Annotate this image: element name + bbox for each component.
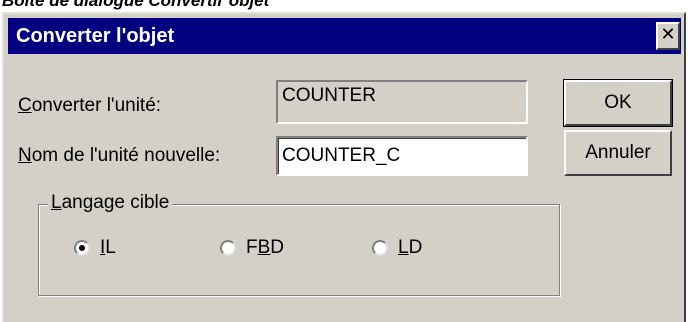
new-unit-name-input[interactable]	[276, 136, 528, 176]
convert-unit-label: Converter l'unité:	[18, 95, 162, 116]
radio-button-icon	[220, 240, 236, 256]
target-language-group-title: Langage cible	[48, 192, 173, 214]
radio-ld[interactable]: LD	[372, 236, 422, 260]
radio-fbd-label: FBD	[246, 237, 285, 258]
radio-fbd[interactable]: FBD	[220, 236, 284, 260]
radio-button-icon	[372, 240, 388, 256]
figure-caption: Boîte de dialogue Convertir objet	[2, 0, 270, 10]
radio-il[interactable]: IL	[74, 236, 116, 260]
target-language-group	[38, 204, 560, 296]
radio-ld-label: LD	[398, 237, 423, 258]
convert-unit-field: COUNTER	[276, 80, 528, 124]
convert-object-dialog: Converter l'objet ✕ Converter l'unité: C…	[2, 12, 686, 322]
ok-button[interactable]: OK	[563, 79, 673, 127]
radio-il-label: IL	[100, 237, 116, 258]
close-button[interactable]: ✕	[656, 22, 680, 50]
dialog-titlebar[interactable]: Converter l'objet ✕	[8, 18, 681, 54]
radio-selected-dot	[79, 245, 85, 251]
new-unit-name-label: Nom de l'unité nouvelle:	[18, 145, 221, 166]
cancel-button[interactable]: Annuler	[564, 130, 672, 176]
radio-button-icon	[74, 240, 90, 256]
close-icon: ✕	[660, 24, 676, 45]
dialog-title: Converter l'objet	[16, 25, 175, 47]
